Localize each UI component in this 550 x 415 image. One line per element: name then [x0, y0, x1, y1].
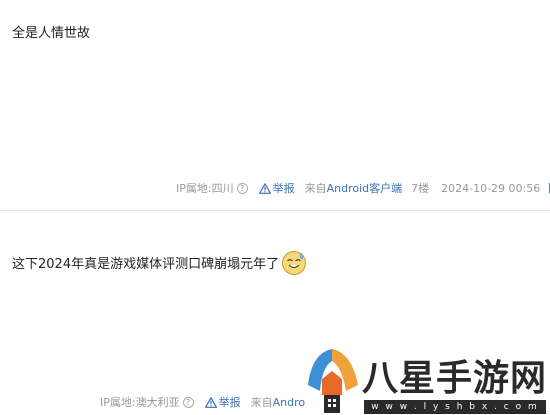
- post-text: 这下2024年真是游戏媒体评测口碑崩塌元年了: [12, 257, 280, 272]
- post-floor-7: 全是人情世故 IP属地:四川 ? 举报 来自 Android客户端 7楼 202…: [0, 0, 550, 210]
- source-link[interactable]: Android客户端: [327, 180, 403, 196]
- report-button[interactable]: 举报: [258, 180, 295, 196]
- help-icon[interactable]: ?: [182, 396, 194, 408]
- source-prefix: 来自: [304, 182, 327, 195]
- ip-location: IP属地:四川: [176, 182, 234, 195]
- floor-number: 7楼: [411, 182, 430, 195]
- source-prefix: 来自: [250, 396, 273, 409]
- watermark-logo-icon: [308, 349, 358, 413]
- site-watermark: 八星手游网 w w w . l y s h b x . c o m: [300, 345, 550, 415]
- post-time: 2024-10-29 00:56: [441, 181, 541, 195]
- post-meta: IP属地:澳大利亚 ? 举报 来自 Andro: [100, 394, 305, 410]
- help-icon[interactable]: ?: [236, 182, 248, 194]
- warning-icon: [258, 182, 271, 194]
- report-button[interactable]: 举报: [204, 394, 241, 410]
- watermark-url: w w w . l y s h b x . c o m: [364, 400, 546, 414]
- report-label: 举报: [218, 396, 241, 409]
- post-content: 全是人情世故: [12, 26, 91, 41]
- report-label: 举报: [272, 182, 295, 195]
- ip-location: IP属地:澳大利亚: [100, 396, 180, 409]
- sweat-smile-emoji: [282, 251, 307, 275]
- warning-icon: [204, 396, 217, 408]
- post-content: 这下2024年真是游戏媒体评测口碑崩塌元年了: [12, 246, 307, 275]
- post-meta: IP属地:四川 ? 举报 来自 Android客户端 7楼 2024-10-29…: [176, 180, 550, 196]
- watermark-site-name: 八星手游网: [362, 357, 548, 399]
